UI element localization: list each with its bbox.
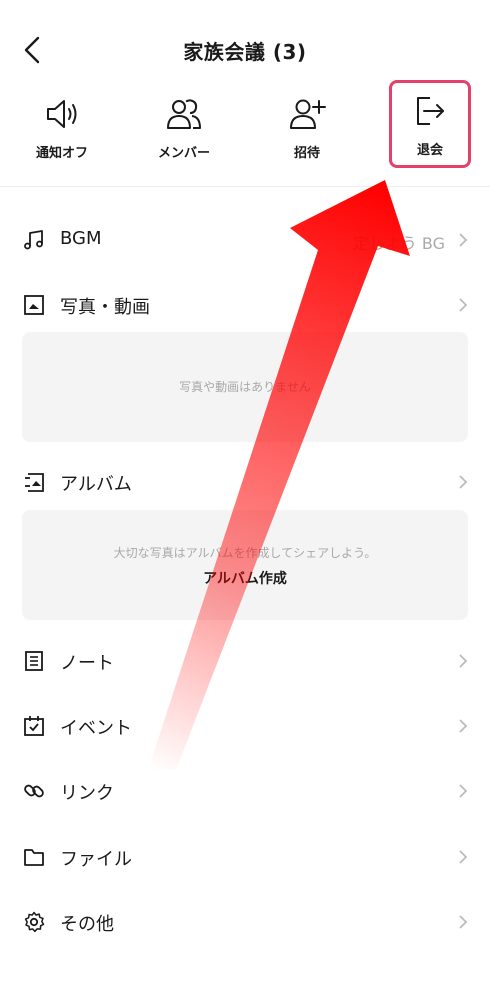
menu-item-photos[interactable]: 写真・動画 — [0, 285, 490, 325]
invite-button[interactable]: 招待 — [257, 90, 357, 170]
action-bar: 通知オフ メンバー 招待 退会 — [0, 80, 490, 170]
menu-item-file[interactable]: ファイル — [0, 837, 490, 877]
calendar-check-icon — [24, 716, 44, 736]
members-button[interactable]: メンバー — [134, 90, 234, 170]
menu-item-link[interactable]: リンク — [0, 771, 490, 811]
other-label: その他 — [60, 914, 114, 935]
notifications-off-label: 通知オフ — [35, 146, 88, 161]
chevron-right-icon — [459, 298, 468, 312]
page-title: 家族会議 (3) — [183, 40, 307, 64]
photo-icon — [24, 295, 44, 315]
bgm-value: 定しよう BG — [352, 234, 445, 253]
chevron-right-icon — [459, 654, 468, 668]
link-icon — [24, 784, 44, 798]
leave-button[interactable]: 退会 — [389, 80, 471, 168]
album-promo-note: 大切な写真はアルバムを作成してシェアしよう。 — [113, 546, 377, 560]
add-person-icon — [290, 99, 326, 129]
note-icon — [25, 651, 43, 671]
file-label: ファイル — [60, 849, 132, 870]
menu-item-note[interactable]: ノート — [0, 641, 490, 681]
chevron-right-icon — [459, 915, 468, 929]
chevron-right-icon — [459, 233, 468, 247]
link-label: リンク — [60, 783, 114, 804]
menu-item-bgm[interactable]: BGM 定しよう BG — [0, 220, 490, 260]
leave-label: 退会 — [416, 143, 443, 158]
note-label: ノート — [60, 653, 114, 674]
divider — [0, 186, 490, 187]
photos-label: 写真・動画 — [60, 297, 150, 318]
leave-icon — [417, 97, 444, 125]
speaker-icon — [47, 100, 77, 128]
menu-item-other[interactable]: その他 — [0, 902, 490, 942]
chevron-right-icon — [459, 784, 468, 798]
album-promo-box: 大切な写真はアルバムを作成してシェアしよう。 アルバム作成 — [22, 510, 468, 620]
photos-empty-box: 写真や動画はありません — [22, 332, 468, 442]
photos-empty-note: 写真や動画はありません — [179, 380, 311, 394]
create-album-button[interactable]: アルバム作成 — [22, 568, 468, 588]
music-note-icon — [24, 230, 43, 250]
album-icon — [25, 473, 44, 492]
invite-label: 招待 — [293, 146, 320, 161]
folder-icon — [24, 849, 44, 866]
event-label: イベント — [60, 718, 132, 739]
album-label: アルバム — [60, 474, 132, 495]
chevron-right-icon — [459, 850, 468, 864]
members-icon — [167, 99, 201, 129]
bgm-label: BGM — [60, 228, 102, 249]
chevron-right-icon — [459, 475, 468, 489]
menu-item-album[interactable]: アルバム — [0, 462, 490, 502]
menu-item-event[interactable]: イベント — [0, 706, 490, 746]
notifications-off-button[interactable]: 通知オフ — [12, 90, 112, 170]
chevron-right-icon — [459, 719, 468, 733]
gear-icon — [24, 911, 45, 933]
members-label: メンバー — [157, 146, 210, 161]
